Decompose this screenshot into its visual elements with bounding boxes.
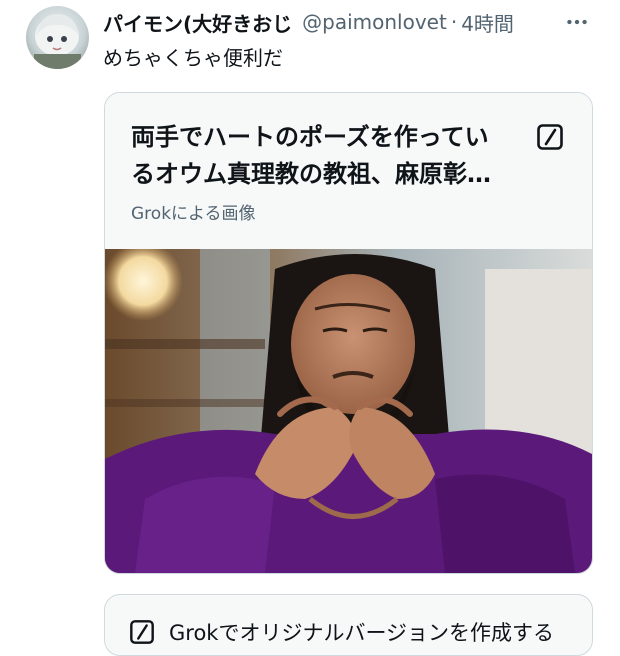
card-title-line-1: 両手でハートのポーズを作ってい <box>131 123 489 151</box>
separator-dot: · <box>450 10 458 34</box>
generated-image[interactable] <box>105 249 592 573</box>
card-title-line-2: るオウム真理教の教祖、麻原彰… <box>131 160 491 188</box>
post-text: めちゃくちゃ便利だ <box>103 46 283 70</box>
more-horizontal-icon <box>567 19 587 25</box>
grok-image-card[interactable]: 両手でハートのポーズを作ってい るオウム真理教の教祖、麻原彰… Grokによる画… <box>104 92 593 574</box>
generated-image-graphic <box>105 249 592 573</box>
post-header: パイモン(大好きおじ @paimonlovet · 4時間 <box>103 8 590 36</box>
create-original-with-grok-button[interactable]: Grokでオリジナルバージョンを作成する <box>104 594 593 656</box>
edit-square-icon <box>130 620 154 644</box>
display-name[interactable]: パイモン(大好きおじ <box>103 8 292 37</box>
user-handle[interactable]: @paimonlovet <box>302 10 447 34</box>
more-options-button[interactable] <box>564 8 590 36</box>
card-header: 両手でハートのポーズを作ってい るオウム真理教の教祖、麻原彰… Grokによる画… <box>105 93 592 249</box>
card-title: 両手でハートのポーズを作ってい るオウム真理教の教祖、麻原彰… <box>131 119 521 193</box>
timestamp[interactable]: 4時間 <box>461 8 514 37</box>
avatar[interactable] <box>26 6 89 69</box>
edit-square-icon[interactable] <box>536 123 564 151</box>
avatar-image <box>34 14 81 69</box>
card-subtitle: Grokによる画像 <box>131 204 256 224</box>
